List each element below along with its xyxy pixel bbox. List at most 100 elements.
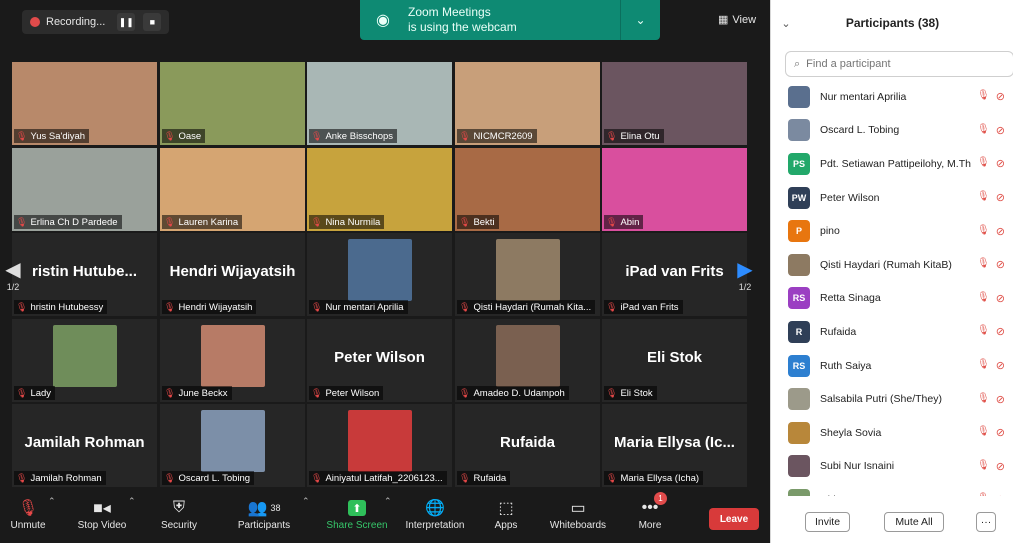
- video-tile[interactable]: Hendri Wijayatsih 🎙 Hendri Wijayatsih: [160, 233, 305, 316]
- tile-name: Amadeo D. Udampoh: [473, 387, 565, 399]
- chevron-down-icon[interactable]: ⌄: [620, 0, 660, 40]
- mic-muted-icon: 🎙: [977, 224, 990, 236]
- participant-row[interactable]: Oscard L. Tobing 🎙 ⊘: [771, 114, 1013, 148]
- participant-row[interactable]: Sheyla Sovia 🎙 ⊘: [771, 416, 1013, 450]
- participant-row[interactable]: RS Retta Sinaga 🎙 ⊘: [771, 282, 1013, 316]
- meeting-topbar: Recording... ❚❚ ■ ◉ Zoom Meetings is usi…: [0, 0, 770, 44]
- video-tile[interactable]: Rufaida 🎙 Rufaida: [455, 404, 600, 487]
- caret-up-icon[interactable]: ⌃: [302, 496, 310, 540]
- caret-up-icon[interactable]: ⌃: [384, 496, 392, 540]
- mute-all-button[interactable]: Mute All: [884, 511, 944, 532]
- leave-button[interactable]: Leave: [709, 508, 759, 530]
- video-tile[interactable]: 🎙 Oscard L. Tobing: [160, 404, 305, 487]
- caret-up-icon[interactable]: ⌃: [128, 496, 136, 540]
- participant-row[interactable]: PS Pdt. Setiawan Pattipeilohy, M.Th 🎙 ⊘: [771, 147, 1013, 181]
- video-tile[interactable]: 🎙 Elina Otu: [602, 62, 747, 145]
- tile-display-name: Maria Ellysa (Ic...: [614, 434, 735, 451]
- video-tile[interactable]: 🎙 Ainiyatul Latifah_2206123...: [307, 404, 452, 487]
- video-tile[interactable]: 🎙 NICMCR2609: [455, 62, 600, 145]
- video-off-icon: ⊘: [995, 427, 1005, 440]
- video-off-icon: ⊘: [996, 493, 1005, 496]
- participant-video: [52, 325, 117, 387]
- video-tile[interactable]: 🎙 June Beckx: [160, 319, 305, 402]
- video-tile[interactable]: 🎙 Qisti Haydari (Rumah Kita...: [455, 233, 600, 316]
- video-tile[interactable]: 🎙 Amadeo D. Udampoh: [455, 319, 600, 402]
- participant-row[interactable]: Salsabila Putri (She/They) 🎙 ⊘: [771, 382, 1013, 416]
- tile-display-name: Jamilah Rohman: [24, 434, 145, 451]
- video-tile[interactable]: 🎙 Erlina Ch D Pardede: [12, 148, 157, 231]
- grid-icon: ▦: [718, 14, 729, 26]
- participant-row[interactable]: Qisti Haydari (Rumah KitaB) 🎙 ⊘: [771, 248, 1013, 282]
- participant-row[interactable]: Nur mentari Aprilia 🎙 ⊘: [771, 80, 1013, 114]
- mic-muted-icon: 🎙: [459, 301, 471, 312]
- chevron-down-icon[interactable]: ⌄: [771, 17, 801, 30]
- video-tile[interactable]: Peter Wilson 🎙 Peter Wilson: [307, 319, 452, 402]
- mic-muted-icon: 🎙: [977, 291, 990, 303]
- video-tile[interactable]: 🎙 Lady: [12, 319, 157, 402]
- participant-row[interactable]: RS Ruth Saiya 🎙 ⊘: [771, 349, 1013, 383]
- video-off-icon: ⊘: [995, 225, 1005, 238]
- video-tile[interactable]: 🎙 Oase: [160, 62, 305, 145]
- caret-up-icon[interactable]: ⌃: [48, 496, 56, 540]
- security-button[interactable]: ⛨ Security: [158, 496, 200, 540]
- shield-icon: ⛨: [172, 499, 185, 516]
- tile-name-label: 🎙 June Beckx: [162, 386, 232, 400]
- participant-status: 🎙⊘: [977, 191, 1005, 204]
- video-tile[interactable]: 🎙 Lauren Karina: [160, 148, 305, 231]
- video-tile[interactable]: iPad van Frits 🎙 iPad van Frits: [602, 233, 747, 316]
- participant-name: Retta Sinaga: [820, 292, 881, 305]
- invite-button[interactable]: Invite: [805, 511, 850, 532]
- search-input[interactable]: [806, 58, 977, 70]
- stop-video-label: Stop Video: [77, 520, 127, 531]
- video-tile[interactable]: 🎙 Bekti: [455, 148, 600, 231]
- video-tile[interactable]: 🎙 Nur mentari Aprilia: [307, 233, 452, 316]
- mic-muted-icon: 🎙: [977, 90, 990, 102]
- mic-muted-icon: 🎙: [16, 130, 28, 141]
- tile-name-label: 🎙 Qisti Haydari (Rumah Kita...: [457, 300, 596, 314]
- share-screen-button[interactable]: ⬆ Share Screen: [326, 496, 388, 540]
- interpretation-button[interactable]: 🌐 Interpretation: [402, 496, 468, 540]
- more-options-button[interactable]: ···: [976, 511, 996, 532]
- security-label: Security: [160, 520, 198, 531]
- avatar: [788, 253, 810, 276]
- stop-video-button[interactable]: ■◂ Stop Video: [74, 496, 130, 540]
- tile-name-label: 🎙 Anke Bisschops: [309, 129, 398, 143]
- whiteboards-button[interactable]: ▭ Whiteboards: [548, 496, 608, 540]
- participant-row[interactable]: PW Peter Wilson 🎙 ⊘: [771, 181, 1013, 215]
- participant-status: 🎙⊘: [977, 258, 1005, 271]
- tile-name: Maria Ellysa (Icha): [620, 472, 700, 484]
- stop-recording-icon[interactable]: ■: [143, 13, 162, 31]
- next-page-button[interactable]: ▶ 1/2: [732, 232, 758, 316]
- video-tile[interactable]: Eli Stok 🎙 Eli Stok: [602, 319, 747, 402]
- video-tile[interactable]: 🎙 Abin: [602, 148, 747, 231]
- participant-row[interactable]: R Rufaida 🎙 ⊘: [771, 315, 1013, 349]
- tile-name-label: 🎙 iPad van Frits: [604, 300, 683, 314]
- participant-row[interactable]: Subi Nur Isnaini 🎙 ⊘: [771, 450, 1013, 484]
- tile-name: Nina Nurmila: [325, 216, 381, 228]
- mic-muted-icon: 🎙: [311, 387, 323, 398]
- more-button[interactable]: ••• 1 More: [636, 492, 667, 540]
- mic-muted-icon: 🎙: [977, 392, 990, 404]
- participants-button[interactable]: 👥 38 Participants: [234, 496, 294, 540]
- video-tile[interactable]: 🎙 Anke Bisschops: [307, 62, 452, 145]
- video-tile[interactable]: Jamilah Rohman 🎙 Jamilah Rohman: [12, 404, 157, 487]
- meeting-area: Recording... ❚❚ ■ ◉ Zoom Meetings is usi…: [0, 0, 770, 543]
- view-button[interactable]: ▦ View: [718, 13, 756, 27]
- video-tile[interactable]: 🎙 Nina Nurmila: [307, 148, 452, 231]
- participant-row[interactable]: Chira R...🎙⊘: [771, 483, 1013, 496]
- participant-search[interactable]: ⌕: [785, 51, 1013, 77]
- pause-recording-icon[interactable]: ❚❚: [117, 13, 136, 31]
- unmute-button[interactable]: 🎙 Unmute: [8, 496, 48, 540]
- participant-row[interactable]: Ppino 🎙 ⊘: [771, 214, 1013, 248]
- prev-page-button[interactable]: ◀ 1/2: [0, 232, 26, 316]
- participant-video: [347, 410, 412, 472]
- video-tile[interactable]: ristin Hutube... 🎙 hristin Hutubessy: [12, 233, 157, 316]
- interpretation-label: Interpretation: [405, 520, 465, 531]
- participant-status: 🎙⊘: [977, 292, 1005, 305]
- video-tile[interactable]: 🎙 Yus Sa'diyah: [12, 62, 157, 145]
- avatar: RS: [788, 354, 810, 377]
- tile-name-label: 🎙 Peter Wilson: [309, 386, 384, 400]
- participant-status: 🎙⊘: [977, 225, 1005, 238]
- video-tile[interactable]: Maria Ellysa (Ic... 🎙 Maria Ellysa (Icha): [602, 404, 747, 487]
- apps-button[interactable]: ⬚ Apps: [492, 496, 520, 540]
